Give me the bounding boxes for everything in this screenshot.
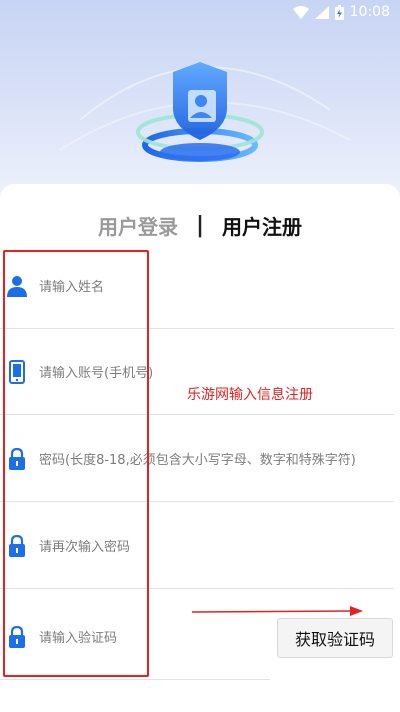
header-banner	[0, 0, 400, 200]
tab-separator: |	[195, 212, 205, 238]
battery-icon	[334, 4, 344, 20]
tab-login[interactable]: 用户登录	[98, 211, 178, 240]
status-time: 10:08	[349, 4, 390, 20]
status-bar: 10:08	[0, 0, 400, 24]
annotation-text: 乐游网输入信息注册	[187, 387, 313, 403]
get-code-button[interactable]: 获取验证码	[277, 618, 393, 658]
signal-icon	[314, 5, 329, 19]
tab-register[interactable]: 用户注册	[222, 211, 302, 240]
annotation-arrow-icon	[192, 606, 363, 616]
auth-tabs: 用户登录 | 用户注册	[0, 208, 400, 242]
security-shield-illustration	[59, 62, 351, 162]
annotation-box	[3, 250, 149, 677]
wifi-icon	[292, 5, 309, 19]
